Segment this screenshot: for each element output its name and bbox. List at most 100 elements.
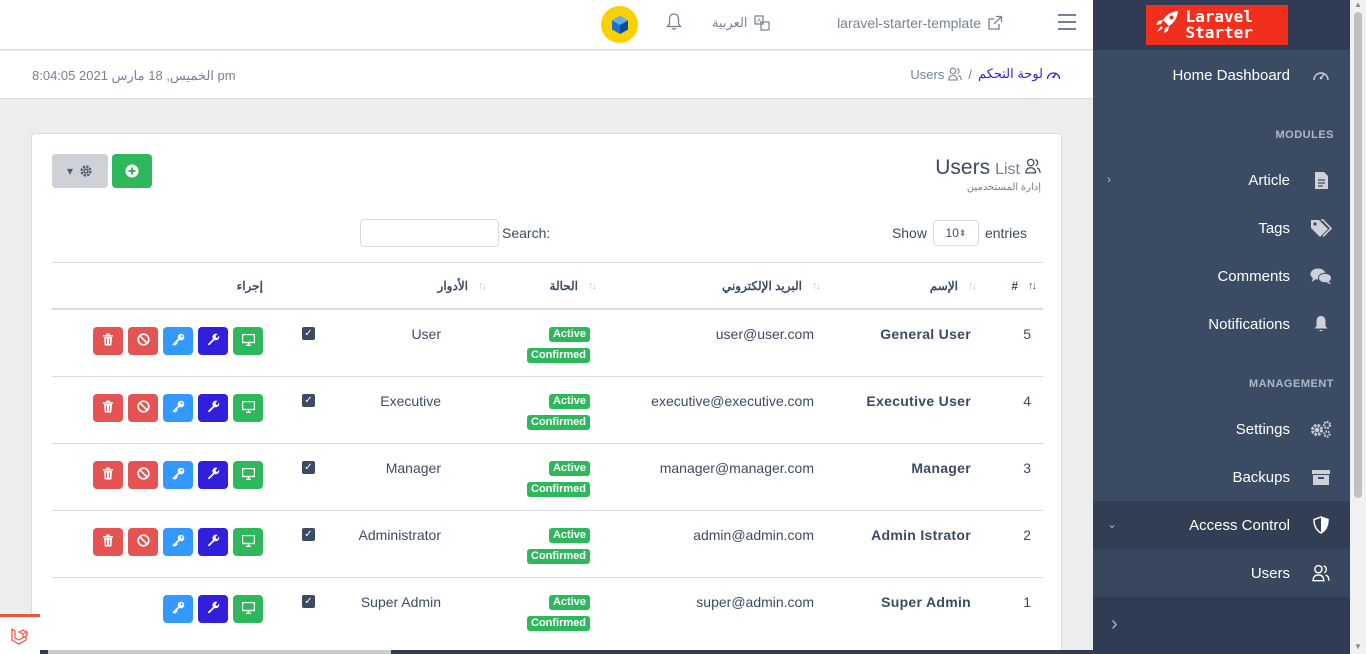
block-user-button[interactable] bbox=[128, 461, 158, 489]
sidebar-item-label: Access Control bbox=[1189, 516, 1290, 534]
wrench-icon bbox=[207, 333, 220, 349]
row-checkbox[interactable]: ✓ bbox=[302, 394, 315, 407]
status-badge-confirmed: Confirmed bbox=[527, 549, 590, 564]
status-badge-active: Active bbox=[548, 461, 590, 476]
change-password-button[interactable] bbox=[163, 327, 193, 355]
row-checkbox[interactable]: ✓ bbox=[302, 327, 315, 340]
delete-button[interactable] bbox=[93, 327, 123, 355]
sidebar-item-label: Settings bbox=[1235, 420, 1290, 438]
status-badge-active: Active bbox=[548, 528, 590, 543]
th-email[interactable]: البريد الإلكتروني ↑↓ bbox=[721, 279, 821, 293]
table-header: # ↑↓ الإسم ↑↓ البريد الإلكتروني ↑↓ الحالة ↑↓… bbox=[52, 262, 1043, 310]
row-checkbox[interactable]: ✓ bbox=[302, 595, 315, 608]
sidebar-item-settings[interactable]: Settings bbox=[1093, 405, 1350, 453]
search-input[interactable] bbox=[360, 219, 499, 247]
edit-button[interactable] bbox=[198, 595, 228, 623]
language-switcher[interactable]: العربية A bbox=[712, 15, 770, 31]
block-user-button[interactable] bbox=[128, 528, 158, 556]
breadcrumb-home-link[interactable]: لوحة التحكم bbox=[978, 66, 1061, 82]
change-password-button[interactable] bbox=[163, 461, 193, 489]
block-user-button[interactable] bbox=[128, 327, 158, 355]
sort-icon: ↑↓ bbox=[478, 280, 487, 292]
show-entries: Show 10 ⬍ entries bbox=[892, 220, 1027, 246]
subheader: الخميس, 18 مارس 2021 8:04:05 pm Users / … bbox=[0, 51, 1093, 99]
th-status[interactable]: الحالة ↑↓ bbox=[550, 279, 597, 293]
table-row: 3 Manager manager@manager.com Active Con… bbox=[52, 444, 1043, 511]
cell-name[interactable]: General User bbox=[880, 326, 971, 342]
scroll-down-icon[interactable]: ▼ bbox=[1354, 642, 1362, 651]
sidebar-item-users[interactable]: Users bbox=[1093, 549, 1350, 597]
notifications-bell-icon[interactable] bbox=[666, 13, 682, 36]
view-button[interactable] bbox=[233, 528, 263, 556]
th-roles[interactable]: الأدوار ↑↓ bbox=[438, 279, 487, 293]
sidebar-brand[interactable]: Laravel Starter bbox=[1093, 0, 1350, 50]
cell-status: Active Confirmed bbox=[527, 327, 590, 363]
row-actions bbox=[93, 461, 263, 489]
sidebar-toggle-icon[interactable] bbox=[1058, 14, 1076, 30]
key-icon bbox=[171, 467, 185, 483]
user-avatar[interactable] bbox=[601, 6, 638, 43]
plus-circle-icon bbox=[125, 164, 139, 178]
th-id[interactable]: # ↑↓ bbox=[1011, 279, 1037, 293]
th-name[interactable]: الإسم ↑↓ bbox=[930, 279, 977, 293]
cell-email: user@user.com bbox=[715, 326, 814, 342]
sort-icon: ↑↓ bbox=[1028, 280, 1037, 292]
change-password-button[interactable] bbox=[163, 595, 193, 623]
change-password-button[interactable] bbox=[163, 394, 193, 422]
edit-button[interactable] bbox=[198, 327, 228, 355]
sidebar-item-article[interactable]: › Article bbox=[1093, 156, 1350, 204]
row-checkbox[interactable]: ✓ bbox=[302, 461, 315, 474]
breadcrumb-home-label: لوحة التحكم bbox=[977, 66, 1043, 81]
gear-icon bbox=[80, 165, 92, 177]
page-scrollbar[interactable]: ▲ ▼ bbox=[1350, 0, 1366, 654]
sidebar-item-dashboard[interactable]: Home Dashboard bbox=[1093, 51, 1350, 99]
cell-id: 1 bbox=[1023, 594, 1031, 610]
translate-icon: A bbox=[753, 15, 770, 31]
row-checkbox[interactable]: ✓ bbox=[302, 528, 315, 541]
row-actions bbox=[93, 528, 263, 556]
monitor-icon bbox=[241, 534, 255, 550]
entries-select[interactable]: 10 ⬍ bbox=[932, 220, 979, 246]
cell-name[interactable]: Manager bbox=[911, 460, 971, 476]
cell-name[interactable]: Super Admin bbox=[881, 594, 971, 610]
sort-icon: ↑↓ bbox=[812, 280, 821, 292]
svg-text:A: A bbox=[757, 19, 761, 25]
breadcrumb-current: Users bbox=[910, 67, 963, 82]
cell-name[interactable]: Admin Istrator bbox=[871, 527, 971, 543]
shield-icon bbox=[1310, 514, 1332, 536]
view-button[interactable] bbox=[233, 461, 263, 489]
edit-button[interactable] bbox=[198, 461, 228, 489]
ban-icon bbox=[136, 333, 150, 349]
edit-button[interactable] bbox=[198, 394, 228, 422]
edit-button[interactable] bbox=[198, 528, 228, 556]
view-button[interactable] bbox=[233, 595, 263, 623]
sidebar-item-notifications[interactable]: Notifications bbox=[1093, 300, 1350, 348]
site-link[interactable]: laravel-starter-template bbox=[837, 15, 1003, 31]
sort-icon: ↑↓ bbox=[968, 280, 977, 292]
monitor-icon bbox=[241, 467, 255, 483]
nav-title-modules: MODULES bbox=[1275, 129, 1334, 141]
scrollbar-thumb[interactable] bbox=[1354, 12, 1362, 498]
th-email-label: البريد الإلكتروني bbox=[721, 279, 802, 293]
sidebar-item-backups[interactable]: Backups bbox=[1093, 453, 1350, 501]
delete-button[interactable] bbox=[93, 461, 123, 489]
settings-dropdown-button[interactable]: ▾ bbox=[52, 154, 108, 188]
block-user-button[interactable] bbox=[128, 394, 158, 422]
entries-label: entries bbox=[984, 225, 1027, 241]
delete-button[interactable] bbox=[93, 394, 123, 422]
laravel-debug-icon[interactable] bbox=[0, 614, 40, 654]
view-button[interactable] bbox=[233, 394, 263, 422]
delete-button[interactable] bbox=[93, 528, 123, 556]
cell-name[interactable]: Executive User bbox=[866, 393, 971, 409]
change-password-button[interactable] bbox=[163, 528, 193, 556]
cell-email: manager@manager.com bbox=[659, 460, 814, 476]
sidebar-item-comments[interactable]: Comments bbox=[1093, 252, 1350, 300]
users-icon bbox=[948, 67, 963, 81]
sidebar-item-access-control[interactable]: ⌄ Access Control bbox=[1093, 501, 1350, 549]
sidebar-item-tags[interactable]: Tags bbox=[1093, 204, 1350, 252]
scroll-up-icon[interactable]: ▲ bbox=[1354, 0, 1362, 9]
sidebar-item-label: Notifications bbox=[1208, 315, 1290, 333]
add-user-button[interactable] bbox=[112, 154, 152, 188]
view-button[interactable] bbox=[233, 327, 263, 355]
sidebar-minimizer[interactable]: › bbox=[1093, 597, 1350, 654]
